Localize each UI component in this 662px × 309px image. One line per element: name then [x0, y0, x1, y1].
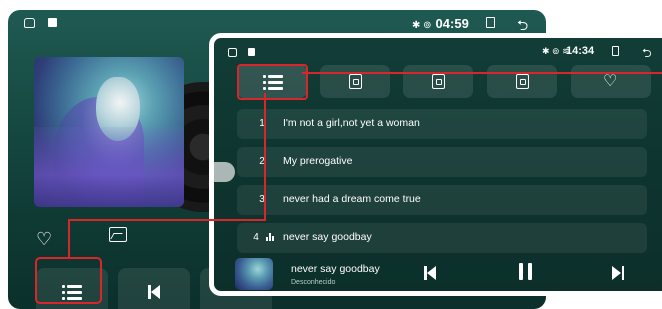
clock: 14:34 — [566, 45, 595, 57]
clock: 04:59 — [435, 16, 469, 31]
track-title: My prerogative — [283, 155, 353, 167]
list-item[interactable]: 1 I'm not a girl,not yet a woman — [237, 109, 647, 139]
track-title: I'm not a girl,not yet a woman — [283, 117, 420, 129]
now-playing-title: never say goodbay — [291, 263, 380, 275]
image-icon — [248, 48, 255, 56]
home-icon[interactable] — [228, 48, 237, 57]
album-art — [34, 57, 184, 207]
next-button[interactable] — [612, 266, 624, 280]
track-title: never had a dream come true — [283, 193, 421, 205]
list-item-playing[interactable]: 4 never say goodbay — [237, 223, 647, 253]
heart-icon: ♡ — [603, 73, 618, 90]
track-number: 3 — [259, 194, 265, 205]
callout-line — [68, 219, 266, 221]
favorite-icon[interactable]: ♡ — [36, 229, 52, 250]
callout-line — [68, 219, 70, 259]
tab-favorites[interactable]: ♡ — [571, 65, 651, 98]
tab-usb[interactable] — [403, 65, 473, 98]
sd-card-icon — [349, 74, 362, 89]
status-time: ✱ ⊚ 04:59 — [412, 16, 469, 31]
callout-line — [264, 93, 266, 220]
now-playing-artist: Desconhecido — [291, 279, 336, 286]
now-playing-album-art[interactable] — [235, 258, 273, 290]
gallery-icon[interactable] — [109, 227, 127, 242]
tab-folder[interactable] — [487, 65, 557, 98]
previous-icon — [148, 285, 160, 299]
multi-window-icon[interactable] — [612, 46, 619, 56]
pause-button[interactable] — [519, 263, 533, 280]
track-number: 4 — [253, 232, 259, 243]
image-icon — [48, 18, 57, 27]
now-playing-icon — [266, 233, 274, 241]
folder-icon — [516, 74, 529, 89]
status-icons: ✱ ⊚ — [412, 20, 432, 31]
list-item[interactable]: 3 never had a dream come true — [237, 185, 647, 215]
home-icon[interactable] — [24, 18, 35, 28]
back-icon[interactable]: ⮌ — [642, 44, 652, 65]
multi-window-icon[interactable] — [486, 17, 495, 28]
highlight-box-playlist-button — [35, 257, 102, 304]
usb-icon — [432, 74, 445, 89]
drawer-handle[interactable] — [214, 162, 235, 182]
previous-button[interactable] — [118, 268, 190, 309]
screenshot: ✱ ⊚ 04:59 ⮌ ♡ ✱ ⊚ ≋ 14:34 ⮌ ♡ 1 I'm not … — [0, 0, 662, 309]
highlight-box-playlist-tab — [237, 64, 308, 100]
previous-button[interactable] — [424, 266, 436, 280]
track-number: 1 — [259, 118, 265, 129]
callout-line — [302, 72, 662, 74]
track-number: 2 — [259, 156, 265, 167]
tab-sd-card[interactable] — [320, 65, 390, 98]
track-title: never say goodbay — [283, 231, 372, 243]
list-item[interactable]: 2 My prerogative — [237, 147, 647, 177]
